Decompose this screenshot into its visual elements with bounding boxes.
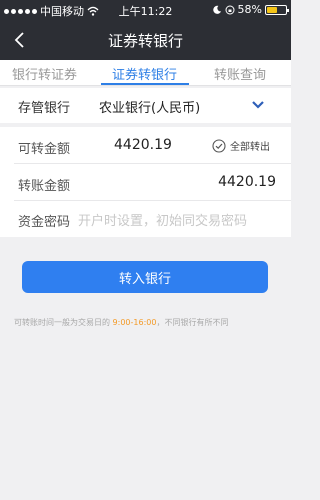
check-circle-icon — [212, 138, 226, 153]
transferable-label: 可转金额 — [18, 142, 71, 157]
rotation-lock-icon — [225, 5, 235, 14]
transfer-time-notice: 可转账时间一般为交易日的 9:00-16:00，不同银行有所不同 — [14, 317, 228, 328]
amount-label: 转账金额 — [18, 179, 71, 194]
notice-prefix: 可转账时间一般为交易日的 — [14, 318, 113, 327]
transferable-amount: 4420.19 — [114, 137, 172, 153]
status-bar: 中国移动 上午11:22 58% — [0, 0, 291, 20]
transfer-all-button[interactable]: 全部转出 — [212, 138, 270, 153]
nav-bar: 证券转银行 — [0, 20, 291, 60]
transfer-all-label: 全部转出 — [230, 142, 270, 153]
battery-level — [267, 6, 278, 13]
bank-select-value[interactable]: 农业银行(人民币) — [99, 97, 200, 116]
tab-transfer-query[interactable]: 转账查询 — [214, 64, 266, 83]
tab-securities-to-bank[interactable]: 证券转银行 — [112, 64, 177, 83]
bank-label: 存管银行 — [18, 101, 71, 116]
tab-bank-to-securities[interactable]: 银行转证券 — [12, 64, 77, 83]
battery-icon — [265, 4, 289, 15]
notice-suffix: ，不同银行有所不同 — [156, 318, 229, 327]
battery-percent: 58% — [237, 3, 262, 16]
active-tab-indicator — [101, 83, 189, 85]
page-title: 证券转银行 — [107, 32, 183, 50]
transfer-to-bank-button[interactable]: 转入银行 — [22, 261, 268, 293]
divider — [14, 163, 291, 164]
tab-bar: 银行转证券 证券转银行 转账查询 — [0, 60, 291, 86]
chevron-down-icon[interactable] — [251, 100, 265, 110]
password-label: 资金密码 — [18, 215, 71, 230]
amount-input[interactable]: 4420.19 — [218, 174, 276, 190]
divider — [14, 200, 291, 201]
app-header: 中国移动 上午11:22 58% 证券转银行 — [0, 0, 291, 60]
notice-hours: 9:00-16:00 — [112, 318, 157, 327]
password-input[interactable]: 开户时设置，初始同交易密码 — [78, 210, 247, 229]
transfer-form: 可转金额 4420.19 全部转出 转账金额 4420.19 资金密码 开户时设… — [0, 127, 291, 237]
bank-select-row[interactable]: 存管银行 农业银行(人民币) — [0, 88, 291, 123]
moon-icon — [212, 5, 221, 14]
